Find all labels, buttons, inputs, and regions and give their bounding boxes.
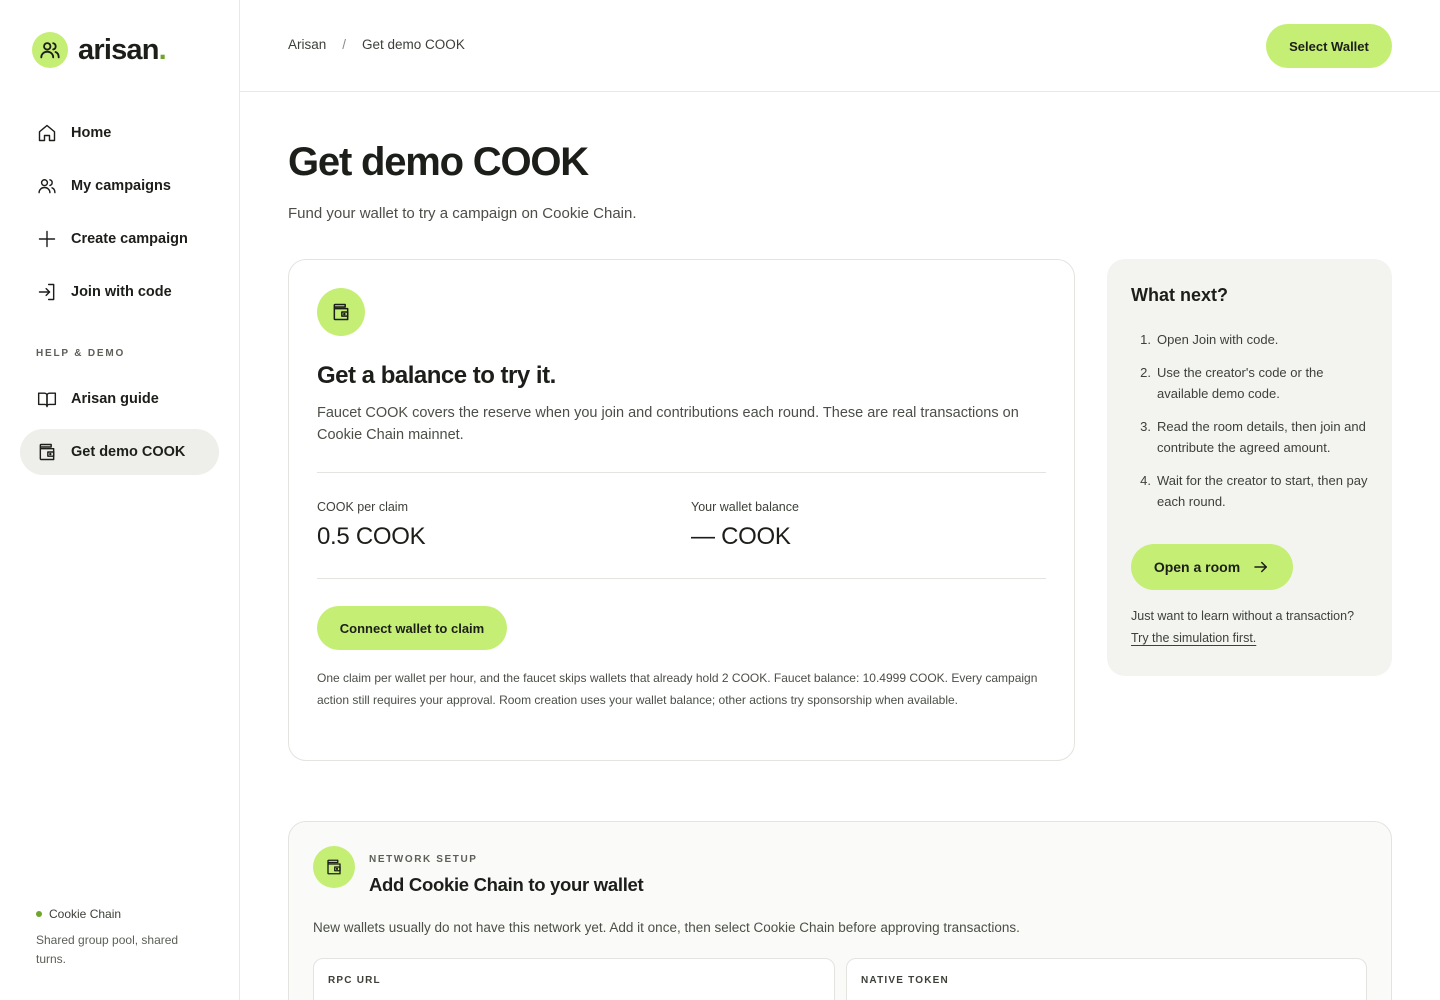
wallet-icon: [313, 846, 355, 888]
simulation-link[interactable]: Try the simulation first.: [1131, 631, 1256, 645]
sidebar: arisan. Home My campaigns Create campaig…: [0, 0, 240, 1000]
select-wallet-button[interactable]: Select Wallet: [1266, 24, 1392, 68]
people-logo-icon: [32, 32, 68, 68]
step-item: 2. Use the creator's code or the availabl…: [1140, 365, 1324, 401]
rpc-url-box[interactable]: RPC URL: [313, 958, 835, 1000]
sidebar-item-label: My campaigns: [71, 178, 171, 194]
breadcrumb: Arisan / Get demo COOK: [288, 37, 465, 52]
plus-icon: [36, 228, 58, 250]
breadcrumb-separator: /: [342, 37, 347, 52]
home-icon: [36, 122, 58, 144]
step-item: 4. Wait for the creator to start, then pa…: [1140, 473, 1368, 509]
faucet-title: Get a balance to try it.: [317, 362, 556, 389]
users-icon: [36, 175, 58, 197]
faucet-card: Get a balance to try it. Faucet COOK cov…: [288, 259, 1075, 761]
connect-wallet-claim-button[interactable]: Connect wallet to claim: [317, 606, 507, 650]
open-room-label: Open a room: [1153, 559, 1241, 575]
brand-name: arisan.: [78, 33, 167, 66]
wallet-icon: [317, 288, 365, 336]
sidebar-item-label: Join with code: [71, 284, 172, 300]
steps-list: 1. Open Join with code. 2. Use the creator…: [1131, 329, 1371, 524]
wallet-balance-value: — COOK: [691, 523, 791, 550]
sidebar-item-arisan-guide[interactable]: Arisan guide: [20, 376, 219, 422]
chain-description: Shared group pool, shared turns.: [36, 933, 179, 966]
per-claim-value: 0.5 COOK: [317, 523, 426, 550]
network-title: Add Cookie Chain to your wallet: [369, 874, 644, 895]
divider: [317, 472, 1046, 473]
divider: [317, 578, 1046, 579]
learn-text: Just want to learn without a transaction…: [1131, 609, 1355, 623]
wallet-icon: [36, 441, 58, 463]
top-header: Arisan / Get demo COOK Select Wallet: [240, 0, 1440, 92]
arrow-right-icon: [1252, 558, 1270, 576]
native-token-label: NATIVE TOKEN: [861, 975, 949, 986]
open-room-button[interactable]: Open a room: [1131, 544, 1293, 590]
brand-logo[interactable]: arisan.: [32, 32, 167, 68]
sidebar-item-label: Create campaign: [71, 231, 188, 247]
what-next-title: What next?: [1131, 285, 1228, 305]
sidebar-item-label: Arisan guide: [71, 391, 159, 407]
per-claim-label: COOK per claim: [317, 500, 408, 514]
sidebar-item-label: Home: [71, 125, 112, 141]
sidebar-item-home[interactable]: Home: [20, 110, 219, 156]
sidebar-item-join-with-code[interactable]: Join with code: [20, 269, 219, 315]
network-description: New wallets usually do not have this net…: [313, 920, 1020, 935]
chain-name: Cookie Chain: [49, 907, 122, 921]
network-setup-card: NETWORK SETUP Add Cookie Chain to your w…: [288, 821, 1392, 1000]
login-icon: [36, 281, 58, 303]
page-subtitle: Fund your wallet to try a campaign on Co…: [288, 205, 637, 222]
breadcrumb-link-arisan[interactable]: Arisan: [288, 37, 326, 52]
step-item: 3. Read the room details, then join and c…: [1140, 419, 1366, 455]
page-title: Get demo COOK: [288, 140, 589, 184]
breadcrumb-current: Get demo COOK: [362, 37, 465, 52]
network-eyebrow: NETWORK SETUP: [369, 854, 478, 865]
status-dot: [36, 911, 42, 917]
sidebar-item-my-campaigns[interactable]: My campaigns: [20, 163, 219, 209]
what-next-card: What next? 1. Open Join with code. 2. Use …: [1107, 259, 1392, 676]
native-token-box[interactable]: NATIVE TOKEN: [846, 958, 1367, 1000]
wallet-balance-label: Your wallet balance: [691, 500, 799, 514]
help-section-label: HELP & DEMO: [36, 348, 126, 359]
book-icon: [36, 388, 58, 410]
sidebar-item-get-demo-cook[interactable]: Get demo COOK: [20, 429, 219, 475]
faucet-description: Faucet COOK covers the reserve when you …: [317, 405, 1019, 443]
chain-status: Cookie Chain: [36, 907, 121, 921]
step-item: 1. Open Join with code.: [1140, 332, 1279, 347]
faucet-fine-print: One claim per wallet per hour, and the f…: [317, 671, 1038, 707]
sidebar-item-label: Get demo COOK: [71, 444, 186, 460]
sidebar-item-create-campaign[interactable]: Create campaign: [20, 216, 219, 262]
rpc-url-label: RPC URL: [328, 975, 381, 986]
